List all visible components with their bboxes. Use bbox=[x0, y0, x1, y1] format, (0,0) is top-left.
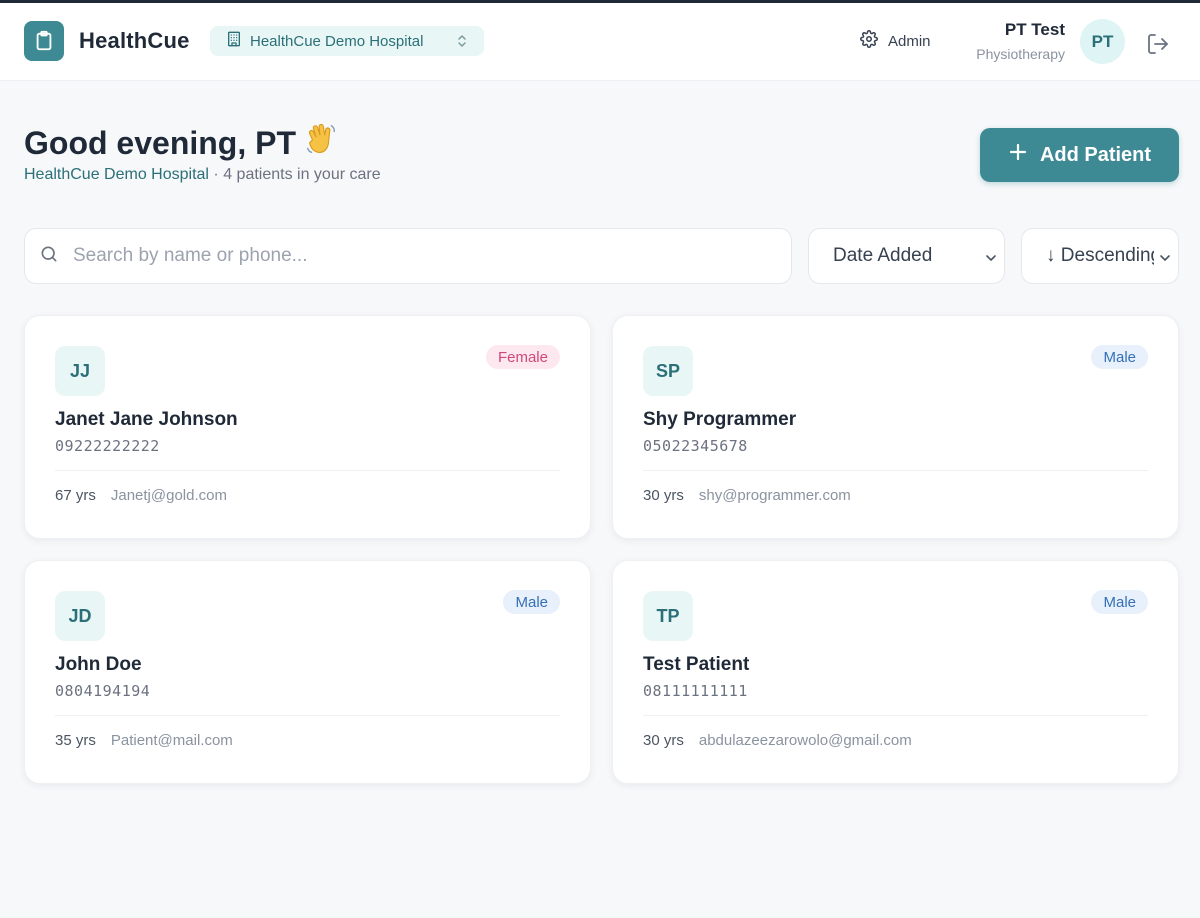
search-icon bbox=[39, 244, 59, 269]
patient-card[interactable]: JD Male John Doe 0804194194 35 yrs Patie… bbox=[24, 560, 591, 784]
sort-order-value: ↓ Descending bbox=[1046, 245, 1162, 266]
gender-badge: Female bbox=[485, 345, 560, 369]
patient-card[interactable]: JJ Female Janet Jane Johnson 09222222222… bbox=[24, 315, 591, 539]
patient-age: 35 yrs bbox=[55, 732, 96, 749]
patient-email: abdulazeezarowolo@gmail.com bbox=[698, 732, 912, 749]
patient-email: shy@programmer.com bbox=[698, 487, 851, 504]
card-divider bbox=[55, 715, 560, 716]
patient-initials-avatar: SP bbox=[643, 346, 693, 396]
patient-meta: 35 yrs Patient@mail.com bbox=[55, 732, 233, 749]
user-role: Physiotherapy bbox=[976, 46, 1065, 62]
sort-field-value: Date Added bbox=[833, 245, 933, 266]
user-name: PT Test bbox=[1004, 20, 1065, 39]
patient-phone: 05022345678 bbox=[643, 437, 748, 455]
patient-email: Patient@mail.com bbox=[110, 732, 233, 749]
patient-meta: 30 yrs shy@programmer.com bbox=[643, 487, 851, 504]
card-divider bbox=[643, 715, 1148, 716]
patient-phone: 09222222222 bbox=[55, 437, 160, 455]
avatar[interactable]: PT bbox=[1080, 19, 1125, 64]
card-divider bbox=[55, 470, 560, 471]
patient-phone: 0804194194 bbox=[55, 682, 151, 700]
brand-name[interactable]: HealthCue bbox=[79, 28, 190, 54]
admin-label: Admin bbox=[888, 32, 931, 50]
gear-icon bbox=[860, 30, 878, 52]
hospital-selector[interactable]: HealthCue Demo Hospital bbox=[210, 26, 484, 56]
search-bar[interactable] bbox=[24, 228, 792, 284]
admin-link[interactable]: Admin bbox=[860, 30, 931, 52]
patient-initials-avatar: JJ bbox=[55, 346, 105, 396]
patient-count: 4 patients in your care bbox=[223, 166, 381, 183]
waving-hand-icon bbox=[302, 120, 340, 166]
patient-name: Janet Jane Johnson bbox=[55, 409, 238, 430]
patient-age: 67 yrs bbox=[55, 487, 96, 504]
subtitle-separator: · bbox=[208, 166, 224, 183]
top-navbar: HealthCue HealthCue Demo Hospital Admin bbox=[0, 3, 1200, 81]
add-patient-label: Add Patient bbox=[1039, 143, 1152, 166]
plus-icon bbox=[1008, 142, 1028, 168]
sort-field-select[interactable]: Date Added bbox=[808, 228, 1005, 284]
patient-meta: 30 yrs abdulazeezarowolo@gmail.com bbox=[643, 732, 912, 749]
patient-email: Janetj@gold.com bbox=[110, 487, 227, 504]
patient-age: 30 yrs bbox=[643, 487, 684, 504]
search-input[interactable] bbox=[73, 245, 753, 267]
gender-badge: Male bbox=[1091, 345, 1148, 369]
logout-icon[interactable] bbox=[1146, 32, 1170, 56]
patient-name: Shy Programmer bbox=[643, 409, 797, 430]
clipboard-logo-icon[interactable] bbox=[24, 21, 64, 61]
patient-phone: 08111111111 bbox=[643, 682, 748, 700]
gender-badge: Male bbox=[503, 590, 560, 614]
greeting-subtitle: HealthCue Demo Hospital · 4 patients in … bbox=[24, 166, 381, 184]
patient-card[interactable]: SP Male Shy Programmer 05022345678 30 yr… bbox=[612, 315, 1179, 539]
building-icon bbox=[226, 31, 242, 51]
sort-order-select[interactable]: ↓ Descending bbox=[1021, 228, 1179, 284]
card-divider bbox=[643, 470, 1148, 471]
patient-name: Test Patient bbox=[643, 654, 750, 675]
patient-age: 30 yrs bbox=[643, 732, 684, 749]
greeting-text: Good evening, PT bbox=[24, 124, 297, 161]
add-patient-button[interactable]: Add Patient bbox=[980, 128, 1179, 182]
patient-meta: 67 yrs Janetj@gold.com bbox=[55, 487, 227, 504]
patient-card[interactable]: TP Male Test Patient 08111111111 30 yrs … bbox=[612, 560, 1179, 784]
page-title: Good evening, PT bbox=[24, 120, 340, 166]
chevrons-up-down-icon bbox=[456, 33, 468, 53]
chevron-down-icon bbox=[980, 249, 998, 271]
chevron-down-icon bbox=[1154, 249, 1172, 271]
hospital-selector-label: HealthCue Demo Hospital bbox=[250, 32, 424, 50]
patient-initials-avatar: JD bbox=[55, 591, 105, 641]
gender-badge: Male bbox=[1091, 590, 1148, 614]
patient-initials-avatar: TP bbox=[643, 591, 693, 641]
patient-name: John Doe bbox=[55, 654, 142, 675]
subtitle-hospital: HealthCue Demo Hospital bbox=[24, 166, 209, 183]
